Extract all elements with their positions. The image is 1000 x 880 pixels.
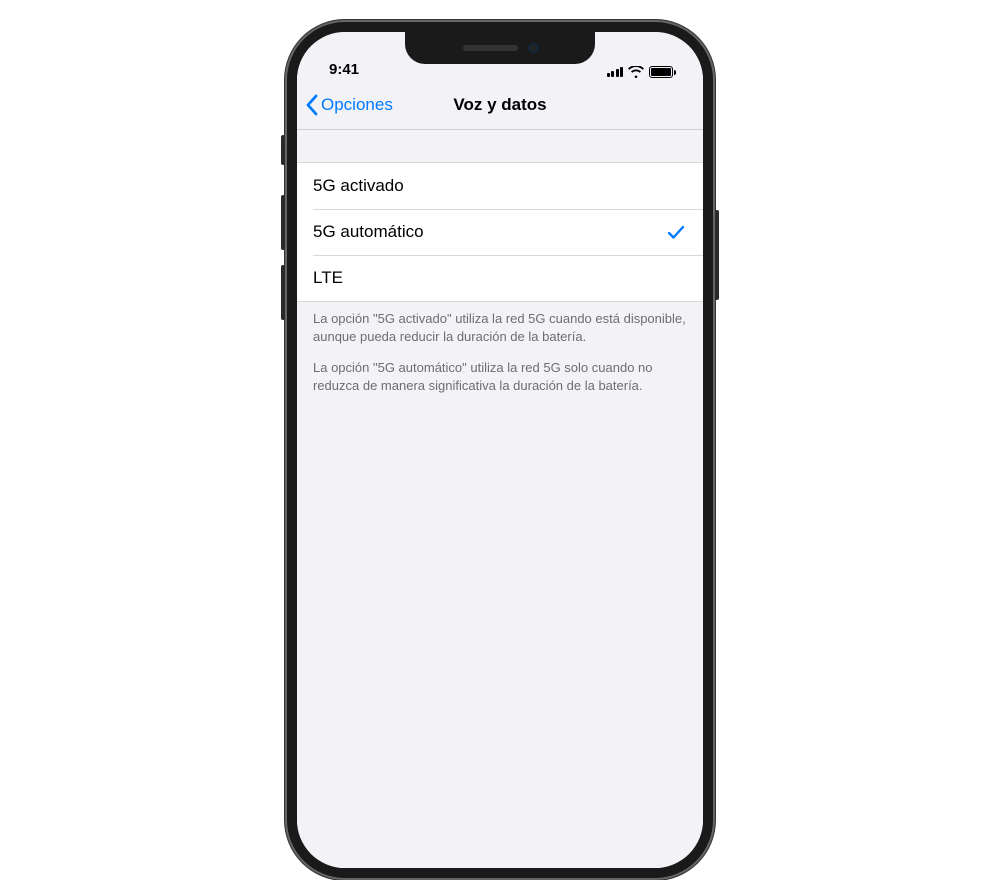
back-button[interactable]: Opciones — [297, 94, 393, 116]
wifi-icon — [628, 66, 644, 78]
footer-paragraph-2: La opción "5G automático" utiliza la red… — [313, 359, 687, 394]
chevron-left-icon — [305, 94, 319, 116]
back-label: Opciones — [321, 95, 393, 115]
option-label: 5G activado — [313, 176, 404, 196]
cellular-signal-icon — [607, 67, 624, 77]
checkmark-icon — [667, 223, 685, 241]
page-title: Voz y datos — [453, 95, 546, 115]
footer-paragraph-1: La opción "5G activado" utiliza la red 5… — [313, 310, 687, 345]
screen: 9:41 Opciones Voz y datos — [297, 32, 703, 868]
volume-down-button[interactable] — [281, 265, 285, 320]
nav-bar: Opciones Voz y datos — [297, 80, 703, 130]
option-5g-auto[interactable]: 5G automático — [297, 209, 703, 255]
speaker-grille — [463, 45, 518, 51]
option-label: 5G automático — [313, 222, 424, 242]
content-area: 5G activado 5G automático LTE La opción … — [297, 162, 703, 868]
status-time: 9:41 — [325, 61, 359, 78]
notch — [405, 32, 595, 64]
option-5g-on[interactable]: 5G activado — [297, 163, 703, 209]
volume-up-button[interactable] — [281, 195, 285, 250]
footer-text: La opción "5G activado" utiliza la red 5… — [297, 302, 703, 394]
power-button[interactable] — [715, 210, 719, 300]
phone-frame: 9:41 Opciones Voz y datos — [285, 20, 715, 880]
battery-icon — [649, 66, 673, 78]
mute-switch[interactable] — [281, 135, 285, 165]
options-group: 5G activado 5G automático LTE — [297, 162, 703, 302]
front-camera — [528, 43, 538, 53]
status-indicators — [607, 66, 676, 78]
option-label: LTE — [313, 268, 343, 288]
option-lte[interactable]: LTE — [297, 255, 703, 301]
